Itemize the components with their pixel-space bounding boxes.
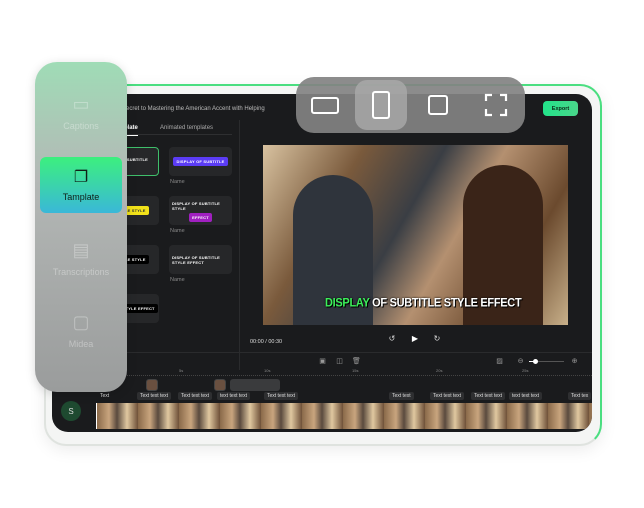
rewind-icon[interactable]: ↺	[387, 334, 397, 344]
portrait-icon	[372, 91, 390, 119]
video-filmstrip[interactable]	[96, 403, 592, 429]
template-card[interactable]: DISPLAY OF SUBTITLE STYLE EFFECT	[169, 196, 232, 225]
panel-divider	[239, 120, 240, 370]
ruler-label: 10s	[264, 368, 271, 373]
delete-icon[interactable]: 🗑	[352, 357, 361, 366]
captions-icon: ▭	[72, 94, 90, 114]
text-clip[interactable]: Text text	[389, 392, 414, 400]
template-name: Name	[170, 228, 185, 234]
play-icon[interactable]: ▶	[410, 334, 420, 344]
transcriptions-icon: ▤	[72, 240, 90, 260]
video-preview[interactable]: DISPLAY OF SUBTITLE STYLE EFFECT	[263, 145, 568, 325]
template-card[interactable]: DISPLAY OF SUBTITLE STYLE EFFECT	[169, 245, 232, 274]
text-clip[interactable]: text text text	[217, 392, 250, 400]
timeline-ruler[interactable]	[100, 370, 592, 376]
square-button[interactable]	[412, 80, 464, 130]
template-icon: ❐	[73, 169, 89, 186]
portrait-button[interactable]	[355, 80, 407, 130]
floating-sidebar: ▭ Captions ❐ Tamplate ▤ Transcriptions ▢ Mid…	[35, 62, 127, 392]
time-display: 00:00 / 00:30	[250, 339, 283, 345]
clip-thumbnail[interactable]	[214, 379, 226, 391]
text-icon[interactable]: ▣	[318, 357, 327, 366]
ruler-label: 5s	[179, 368, 184, 373]
sidebar-item-media[interactable]: ▢ Midea	[35, 312, 127, 349]
edit-icon[interactable]: ▨	[495, 357, 504, 366]
text-clip[interactable]: Text	[97, 392, 112, 400]
subtitle-overlay: DISPLAY OF SUBTITLE STYLE EFFECT	[325, 296, 522, 310]
text-clip[interactable]: Text tex	[568, 392, 592, 400]
template-name: Name	[170, 277, 185, 283]
media-clip[interactable]	[230, 379, 280, 391]
sidebar-item-captions[interactable]: ▭ Captions	[35, 94, 127, 131]
template-name: Name	[170, 179, 185, 185]
fullscreen-icon	[484, 93, 508, 117]
split-icon[interactable]: ◫	[335, 357, 344, 366]
timeline-divider	[52, 352, 592, 353]
media-icon: ▢	[72, 312, 90, 332]
user-avatar[interactable]: S	[61, 401, 81, 421]
aspect-ratio-toolbar	[296, 77, 525, 133]
project-title: Secret to Mastering the American Accent …	[122, 106, 265, 112]
text-clip[interactable]: Text text text	[430, 392, 465, 400]
text-clip[interactable]: Text text text	[471, 392, 506, 400]
landscape-button[interactable]	[299, 80, 351, 130]
template-card[interactable]: DISPLAY OF SUBTITLE	[169, 147, 232, 176]
sidebar-item-transcriptions[interactable]: ▤ Transcriptions	[35, 240, 127, 277]
fullscreen-button[interactable]	[470, 80, 522, 130]
ruler-label: 20s	[436, 368, 443, 373]
sidebar-item-template[interactable]: ❐ Tamplate	[40, 157, 122, 213]
clip-thumbnail[interactable]	[146, 379, 158, 391]
landscape-icon	[311, 96, 339, 114]
text-clip[interactable]: Text text text	[137, 392, 172, 400]
tab-animated-templates[interactable]: Animated templates	[160, 125, 213, 131]
editor-window: Secret to Mastering the American Accent …	[52, 94, 592, 432]
export-button[interactable]: Export	[543, 101, 578, 116]
square-icon	[428, 95, 448, 115]
text-clip[interactable]: Text text text	[264, 392, 299, 400]
text-clip[interactable]: Text text text	[178, 392, 213, 400]
forward-icon[interactable]: ↻	[432, 334, 442, 344]
zoom-in-icon[interactable]: ⊕	[570, 357, 579, 366]
ruler-label: 25s	[522, 368, 529, 373]
ruler-label: 15s	[352, 368, 359, 373]
text-clip[interactable]: text text text	[509, 392, 542, 400]
zoom-out-icon[interactable]: ⊖	[516, 357, 525, 366]
zoom-slider[interactable]	[529, 359, 564, 364]
